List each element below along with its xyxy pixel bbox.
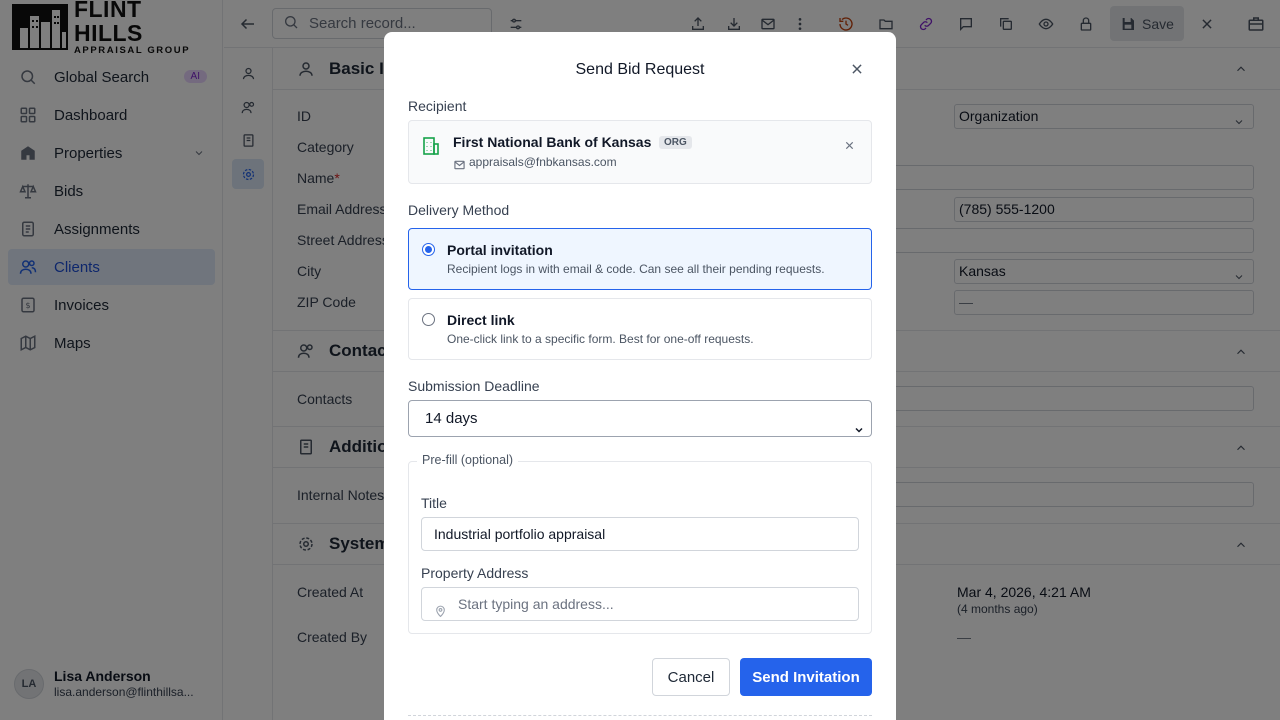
recipient-type-badge: ORG	[659, 136, 692, 149]
send-bid-request-modal: Send Bid Request Recipient First Nationa…	[384, 32, 896, 720]
option-description: Recipient logs in with email & code. Can…	[447, 262, 825, 276]
delivery-option-portal[interactable]: Portal invitation Recipient logs in with…	[408, 228, 872, 290]
option-title: Direct link	[447, 312, 515, 328]
recipient-email: appraisals@fnbkansas.com	[469, 155, 617, 169]
delivery-option-direct-link[interactable]: Direct link One-click link to a specific…	[408, 298, 872, 360]
building-icon	[423, 137, 439, 158]
send-invitation-button[interactable]: Send Invitation	[740, 658, 872, 696]
recipient-label: Recipient	[408, 98, 467, 114]
title-input[interactable]: Industrial portfolio appraisal	[421, 517, 859, 551]
recipient-card: First National Bank of Kansas ORG apprai…	[408, 120, 872, 184]
title-label: Title	[421, 495, 447, 511]
recipient-name: First National Bank of Kansas	[453, 134, 652, 150]
deadline-label: Submission Deadline	[408, 378, 540, 394]
property-address-label: Property Address	[421, 565, 529, 581]
option-title: Portal invitation	[447, 242, 553, 258]
prefill-group: Pre-fill (optional) Title Industrial por…	[408, 453, 872, 634]
mail-icon	[454, 157, 465, 173]
radio-direct-link[interactable]	[422, 313, 435, 326]
deadline-select[interactable]: 14 days	[408, 400, 872, 437]
prefill-legend: Pre-fill (optional)	[417, 453, 519, 467]
close-icon[interactable]	[850, 62, 866, 78]
property-address-input[interactable]: Start typing an address...	[421, 587, 859, 621]
address-placeholder: Start typing an address...	[458, 596, 614, 612]
radio-portal[interactable]	[422, 243, 435, 256]
remove-recipient-icon[interactable]	[844, 138, 855, 154]
option-description: One-click link to a specific form. Best …	[447, 332, 754, 346]
map-pin-icon	[434, 597, 447, 629]
divider	[408, 715, 872, 716]
cancel-button[interactable]: Cancel	[652, 658, 730, 696]
deadline-value: 14 days	[425, 410, 478, 427]
modal-title: Send Bid Request	[575, 61, 705, 78]
chevron-down-icon	[853, 414, 865, 449]
delivery-method-label: Delivery Method	[408, 202, 510, 218]
